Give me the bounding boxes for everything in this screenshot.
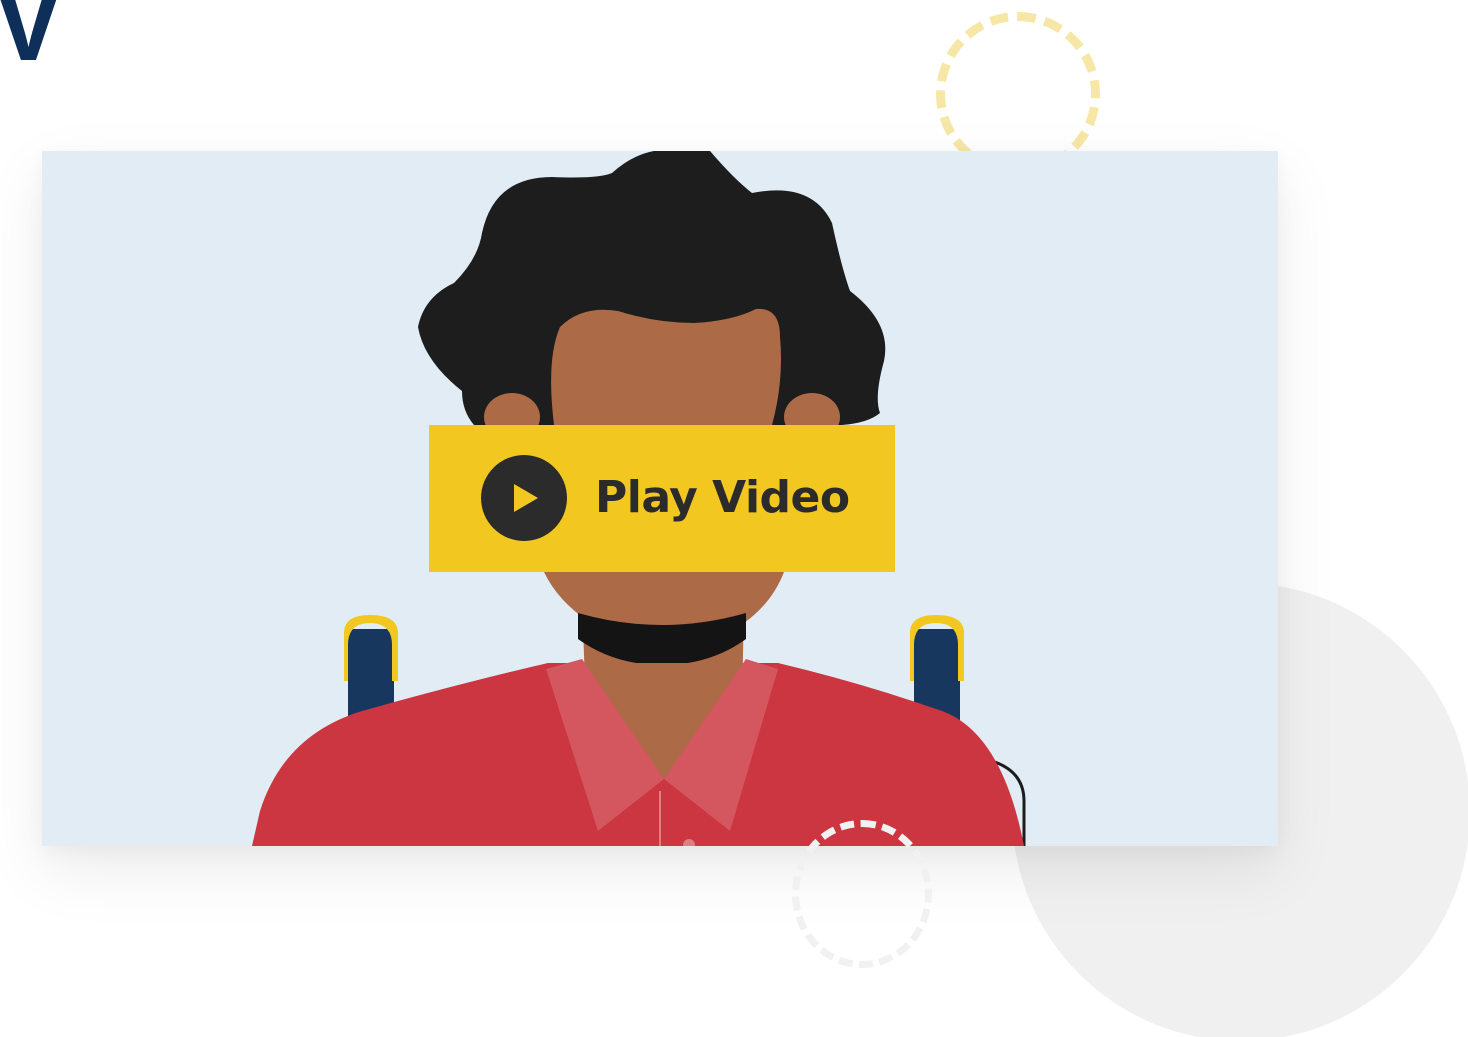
decorative-dashed-circle-grey [792, 820, 932, 968]
section-heading: V [0, 0, 63, 84]
face [551, 308, 781, 425]
video-player[interactable]: Play Video [42, 151, 1278, 846]
play-icon [481, 455, 567, 541]
play-video-button[interactable]: Play Video [429, 425, 895, 572]
play-video-label: Play Video [595, 472, 850, 523]
page: V Play Video [0, 0, 1468, 1037]
